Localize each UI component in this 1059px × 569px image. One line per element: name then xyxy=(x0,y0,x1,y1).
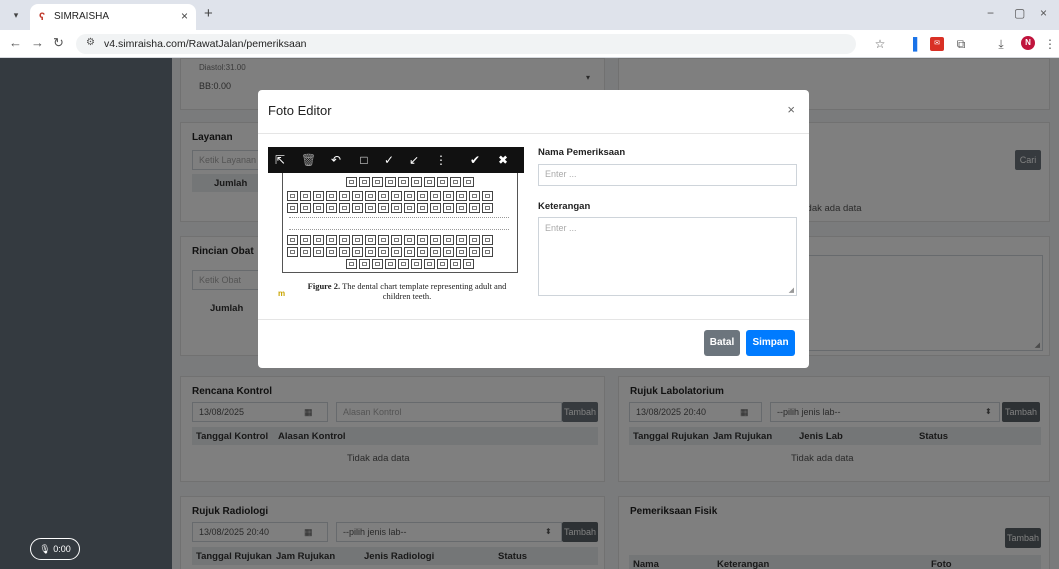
arrow-icon[interactable]: ↙ xyxy=(407,152,421,168)
bookmark-star-icon[interactable]: ☆ xyxy=(873,37,887,51)
address-bar: ← → ↻ ⚙ v4.simraisha.com/RawatJalan/peme… xyxy=(0,30,1059,58)
restore-icon[interactable]: ▢ xyxy=(1014,6,1025,20)
teeth-row xyxy=(346,259,474,269)
modal-close-icon[interactable]: × xyxy=(787,102,795,117)
rectangle-icon[interactable]: □ xyxy=(357,152,371,168)
keterangan-label: Keterangan xyxy=(538,201,591,212)
tooth-number-line xyxy=(289,229,509,230)
freehand-icon[interactable]: ✓ xyxy=(382,152,396,168)
teeth-row xyxy=(287,235,493,245)
minimize-icon[interactable]: − xyxy=(987,6,994,20)
tab-title: SIMRAISHA xyxy=(54,11,110,22)
extensions-puzzle-icon[interactable]: ⧉ xyxy=(954,37,968,51)
caption-text: The dental chart template representing a… xyxy=(340,281,507,301)
image-caption: Figure 2. The dental chart template repr… xyxy=(293,281,521,301)
new-tab-icon[interactable]: + xyxy=(204,6,213,22)
teeth-row xyxy=(346,177,474,187)
tab-close-icon[interactable]: × xyxy=(181,9,188,23)
profile-avatar[interactable]: N xyxy=(1021,36,1035,50)
more-options-icon[interactable]: ⋮ xyxy=(434,152,448,168)
modal-footer-divider xyxy=(258,319,809,320)
select-cursor-icon[interactable]: ⇱ xyxy=(273,152,287,168)
forward-icon[interactable]: → xyxy=(31,36,44,50)
keterangan-textarea[interactable]: Enter ... ◢ xyxy=(538,217,797,296)
url-text: v4.simraisha.com/RawatJalan/pemeriksaan xyxy=(104,38,307,50)
record-time: 0:00 xyxy=(53,544,71,554)
mic-icon: 🎙 xyxy=(39,544,51,554)
cancel-edit-icon[interactable]: ✖ xyxy=(496,152,510,168)
site-info-icon[interactable]: ⚙ xyxy=(86,37,95,48)
browser-tab[interactable]: ʕ SIMRAISHA × xyxy=(30,4,196,30)
teeth-row xyxy=(287,191,493,201)
nama-pemeriksaan-label: Nama Pemeriksaan xyxy=(538,147,626,158)
resize-handle-icon: ◢ xyxy=(788,287,794,294)
keterangan-placeholder: Enter ... xyxy=(545,223,577,233)
tab-search-icon[interactable]: ▾ xyxy=(8,7,24,23)
modal-header-divider xyxy=(258,133,809,134)
foto-editor-modal: Foto Editor × ⇱ 🗑 ↶ □ ✓ ↙ ⋮ ✔ ✖ m Figure… xyxy=(258,90,809,368)
record-button[interactable]: 🎙 0:00 xyxy=(30,538,80,560)
teeth-row xyxy=(287,247,493,257)
undo-icon[interactable]: ↶ xyxy=(329,152,343,168)
nama-pemeriksaan-input[interactable]: Enter ... xyxy=(538,164,797,186)
download-icon[interactable]: ⤓ xyxy=(994,37,1008,51)
caption-bold: Figure 2. xyxy=(307,281,341,291)
extension-docs-icon[interactable]: ▐ xyxy=(906,37,920,51)
modal-title: Foto Editor xyxy=(268,103,332,118)
delete-icon[interactable]: 🗑 xyxy=(301,152,316,168)
cancel-button[interactable]: Batal xyxy=(704,330,740,356)
tooth-number-line xyxy=(289,217,509,218)
annotation-icon: m xyxy=(278,289,286,298)
site-favicon-icon: ʕ xyxy=(39,11,46,23)
save-button[interactable]: Simpan xyxy=(746,330,795,356)
confirm-icon[interactable]: ✔ xyxy=(468,152,482,168)
browser-tabbar: ▾ ʕ SIMRAISHA × + − ▢ × xyxy=(0,0,1059,30)
teeth-row xyxy=(287,203,493,213)
editor-toolbar: ⇱ 🗑 ↶ □ ✓ ↙ ⋮ ✔ ✖ xyxy=(268,147,524,173)
extension-mail-icon[interactable]: ✉ xyxy=(930,37,944,51)
url-field[interactable]: ⚙ v4.simraisha.com/RawatJalan/pemeriksaa… xyxy=(76,34,856,54)
sidebar xyxy=(0,58,172,569)
window-close-icon[interactable]: × xyxy=(1040,6,1047,20)
back-icon[interactable]: ← xyxy=(9,36,22,50)
menu-dots-icon[interactable]: ⋮ xyxy=(1043,37,1057,51)
reload-icon[interactable]: ↻ xyxy=(53,36,64,50)
dental-chart-image[interactable] xyxy=(282,173,518,273)
